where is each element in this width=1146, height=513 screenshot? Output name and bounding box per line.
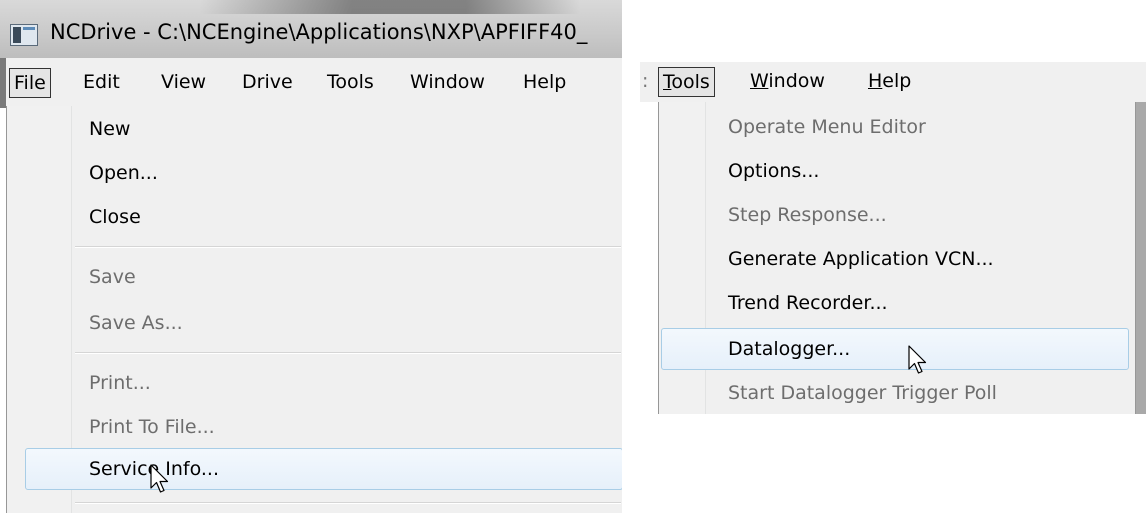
tools-menu-options[interactable]: Options...	[728, 160, 819, 182]
tools-menu-start-datalogger-trigger-poll[interactable]: Start Datalogger Trigger Poll	[728, 382, 997, 404]
menu-help[interactable]: Help	[523, 68, 566, 98]
window-title-bar: NCDrive - C:\NCEngine\Applications\NXP\A…	[0, 0, 622, 58]
mouse-pointer-icon	[150, 464, 169, 493]
menu-tools[interactable]: Tools	[327, 68, 374, 98]
window-edge	[1136, 102, 1146, 414]
menu-separator	[75, 502, 621, 504]
menu-window[interactable]: Window	[750, 67, 825, 97]
menu-help[interactable]: Help	[868, 67, 911, 97]
file-menu-dropdown: New Open... Close Save Save As... Print.…	[6, 106, 622, 513]
tools-menu-screenshot: : Tools Window Help Operate Menu Editor …	[640, 62, 1146, 414]
menu-separator	[75, 246, 621, 248]
menu-window-label: indow	[768, 70, 825, 92]
menu-edit[interactable]: Edit	[83, 68, 120, 98]
menu-window-accel: W	[750, 70, 769, 92]
tools-menu-dropdown: Operate Menu Editor Options... Step Resp…	[658, 102, 1136, 414]
menu-tools-label: ools	[671, 71, 710, 93]
menu-drive[interactable]: Drive	[242, 68, 293, 98]
menu-file[interactable]: File	[9, 68, 51, 98]
file-menu-save[interactable]: Save	[89, 266, 136, 288]
menu-bar: File Edit View Drive Tools Window Help	[0, 58, 622, 108]
app-icon	[10, 24, 38, 46]
menu-bar-cutoff: :	[642, 70, 649, 92]
file-menu-close[interactable]: Close	[89, 206, 141, 228]
file-menu-screenshot: NCDrive - C:\NCEngine\Applications\NXP\A…	[0, 0, 622, 513]
menu-separator	[75, 352, 621, 354]
window-title: NCDrive - C:\NCEngine\Applications\NXP\A…	[50, 20, 588, 44]
tools-menu-datalogger[interactable]: Datalogger...	[728, 338, 850, 360]
mouse-pointer-icon	[908, 345, 927, 374]
file-menu-new[interactable]: New	[89, 118, 130, 140]
file-menu-open[interactable]: Open...	[89, 162, 158, 184]
file-menu-print[interactable]: Print...	[89, 372, 151, 394]
file-menu-print-to-file[interactable]: Print To File...	[89, 416, 215, 438]
menu-bar: : Tools Window Help	[640, 62, 1146, 102]
menu-tools[interactable]: Tools	[658, 67, 715, 97]
menu-help-label: elp	[882, 70, 912, 92]
menu-help-accel: H	[868, 70, 883, 92]
tools-menu-generate-application-vcn[interactable]: Generate Application VCN...	[728, 248, 994, 270]
menu-view[interactable]: View	[161, 68, 206, 98]
menu-window[interactable]: Window	[410, 68, 485, 98]
file-menu-save-as[interactable]: Save As...	[89, 312, 183, 334]
tools-menu-trend-recorder[interactable]: Trend Recorder...	[728, 292, 888, 314]
tools-menu-operate-menu-editor[interactable]: Operate Menu Editor	[728, 116, 926, 138]
tools-menu-step-response[interactable]: Step Response...	[728, 204, 887, 226]
